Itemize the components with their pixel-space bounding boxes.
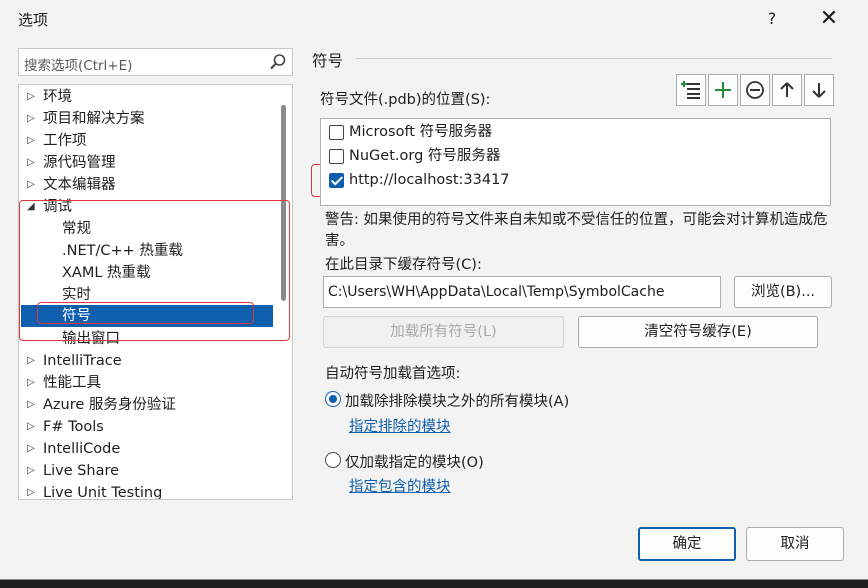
- search-placeholder: 搜索选项(Ctrl+E): [24, 58, 133, 74]
- tree-item-source-control[interactable]: ▷ 源代码管理: [19, 152, 275, 174]
- add-location-button[interactable]: [708, 74, 738, 106]
- close-button[interactable]: ✕: [814, 4, 844, 34]
- list-add-icon: [681, 81, 700, 99]
- expand-arrow-icon[interactable]: ▷: [27, 350, 41, 372]
- warning-text: 警告: 如果使用的符号文件来自未知或不受信任的位置，可能会对计算机造成危害。: [325, 212, 828, 249]
- checkbox-nuget[interactable]: [329, 149, 344, 164]
- move-down-button[interactable]: [804, 74, 834, 106]
- cache-path-input[interactable]: C:\Users\WH\AppData\Local\Temp\SymbolCac…: [323, 276, 721, 308]
- tree-item-work-items[interactable]: ▷ 工作项: [19, 130, 275, 152]
- symbol-locations-list: Microsoft 符号服务器 NuGet.org 符号服务器 http://l…: [320, 118, 831, 206]
- expand-arrow-icon[interactable]: ▷: [27, 152, 41, 174]
- load-all-symbols-button[interactable]: 加载所有符号(L): [323, 316, 564, 348]
- specify-excluded-link[interactable]: 指定排除的模块: [349, 415, 451, 436]
- expand-arrow-icon[interactable]: ▷: [27, 108, 41, 130]
- cache-directory-label: 在此目录下缓存符号(C):: [325, 257, 482, 273]
- section-divider: [356, 58, 832, 59]
- auto-load-label: 自动符号加载首选项:: [325, 366, 461, 382]
- specify-included-link[interactable]: 指定包含的模块: [349, 475, 451, 496]
- symbol-locations-label: 符号文件(.pdb)的位置(S):: [320, 92, 491, 108]
- expand-arrow-icon[interactable]: ▷: [27, 86, 41, 108]
- plus-icon: [715, 82, 731, 98]
- tree-item-environment[interactable]: ▷ 环境: [19, 86, 275, 108]
- radio-load-all[interactable]: [325, 391, 341, 407]
- tree-item-intellitrace[interactable]: ▷ IntelliTrace: [19, 350, 275, 372]
- add-location-list-button[interactable]: [676, 74, 706, 106]
- tree-item-intellicode[interactable]: ▷ IntelliCode: [19, 438, 275, 460]
- tree-item-live-share[interactable]: ▷ Live Share: [19, 460, 275, 482]
- search-icon[interactable]: [268, 52, 288, 72]
- tree-item-fsharp-tools[interactable]: ▷ F# Tools: [19, 416, 275, 438]
- expand-arrow-icon[interactable]: ▷: [27, 438, 41, 460]
- clear-cache-button[interactable]: 清空符号缓存(E): [578, 316, 818, 348]
- radio-load-all-label[interactable]: 加载除排除模块之外的所有模块(A): [345, 390, 569, 411]
- minus-circle-icon: [746, 81, 764, 99]
- arrow-up-icon: [780, 82, 794, 97]
- dialog-title: 选项: [18, 11, 49, 29]
- radio-load-specified-label[interactable]: 仅加载指定的模块(O): [345, 451, 484, 472]
- expand-arrow-icon[interactable]: ▷: [27, 416, 41, 438]
- expand-arrow-icon[interactable]: ▷: [27, 130, 41, 152]
- tree-item-azure-auth[interactable]: ▷ Azure 服务身份验证: [19, 394, 275, 416]
- move-up-button[interactable]: [772, 74, 802, 106]
- tree-item-live-unit-testing[interactable]: ▷ Live Unit Testing: [19, 482, 275, 499]
- radio-load-specified[interactable]: [325, 452, 341, 468]
- tree-item-performance-tools[interactable]: ▷ 性能工具: [19, 372, 275, 394]
- title-bar: 选项 ? ✕: [0, 0, 868, 38]
- tree-item-projects[interactable]: ▷ 项目和解决方案: [19, 108, 275, 130]
- checkbox-localhost[interactable]: [329, 173, 344, 188]
- expand-arrow-icon[interactable]: ▷: [27, 174, 41, 196]
- options-dialog: 选项 ? ✕ 搜索选项(Ctrl+E) ▷ 环境 ▷ 项目和解决方案 ▷ 工作项 ▷ 源…: [0, 0, 868, 580]
- ok-button[interactable]: 确定: [638, 527, 736, 561]
- expand-arrow-icon[interactable]: ▷: [27, 394, 41, 416]
- section-title: 符号: [312, 52, 344, 70]
- checkbox-microsoft[interactable]: [329, 125, 344, 140]
- tree-item-text-editor[interactable]: ▷ 文本编辑器: [19, 174, 275, 196]
- highlight-box-symbols: [37, 302, 254, 324]
- browse-button[interactable]: 浏览(B)...: [734, 276, 832, 308]
- search-input[interactable]: 搜索选项(Ctrl+E): [18, 48, 293, 76]
- expand-arrow-icon[interactable]: ▷: [27, 482, 41, 499]
- cancel-button[interactable]: 取消: [746, 527, 844, 561]
- remove-location-button[interactable]: [740, 74, 770, 106]
- arrow-down-icon: [812, 83, 826, 98]
- expand-arrow-icon[interactable]: ▷: [27, 372, 41, 394]
- expand-arrow-icon[interactable]: ▷: [27, 460, 41, 482]
- help-button[interactable]: ?: [760, 6, 784, 32]
